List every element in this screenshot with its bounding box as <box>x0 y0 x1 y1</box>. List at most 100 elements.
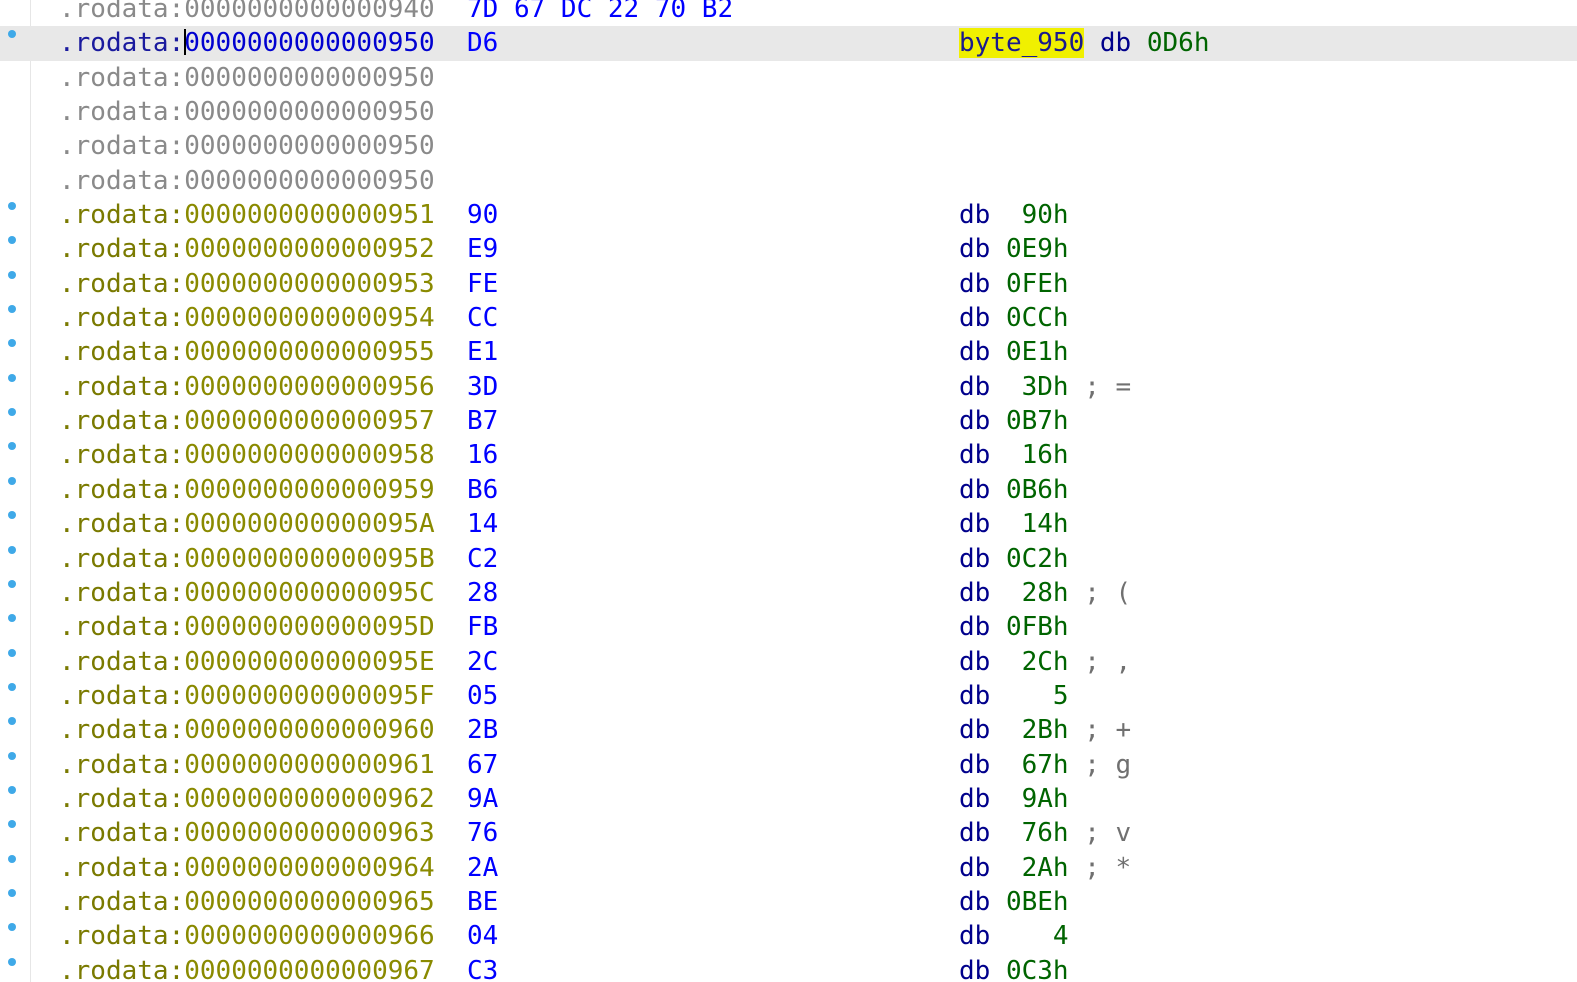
listing-row[interactable]: .rodata:0000000000000950 <box>0 164 1577 198</box>
ascii-comment: ; v <box>1068 818 1132 849</box>
address: .rodata:0000000000000965 <box>59 885 435 919</box>
listing-row[interactable]: .rodata:0000000000000964 2A db 2Ah ; * <box>0 851 1577 885</box>
listing-row[interactable]: .rodata:0000000000000962 9A db 9Ah <box>0 782 1577 816</box>
operand-value: 2Ch <box>1005 646 1069 677</box>
breakpoint-dot-icon[interactable] <box>8 270 16 279</box>
operand-value: 90h <box>1005 200 1069 231</box>
breakpoint-dot-icon[interactable] <box>8 202 16 211</box>
listing-row[interactable]: .rodata:0000000000000963 76 db 76h ; v <box>0 816 1577 850</box>
listing-row-current[interactable]: .rodata:0000000000000950 D6 byte_950 db 0D… <box>0 26 1577 61</box>
data-label[interactable]: byte_950 <box>959 28 1085 59</box>
breakpoint-dot-icon[interactable] <box>8 751 16 760</box>
address-offset: 0000000000000964 <box>184 852 435 883</box>
listing-row[interactable]: .rodata:0000000000000958 16 db 16h <box>0 438 1577 472</box>
breakpoint-dot-icon[interactable] <box>8 442 16 451</box>
breakpoint-dot-icon[interactable] <box>8 957 16 966</box>
directive-keyword: db <box>959 749 991 780</box>
segment-name: .rodata: <box>59 543 185 574</box>
listing-row[interactable]: .rodata:000000000000095B C2 db 0C2h <box>0 542 1577 576</box>
breakpoint-dot-icon[interactable] <box>8 648 16 657</box>
listing-row[interactable]: .rodata:0000000000000953 FE db 0FEh <box>0 267 1577 301</box>
breakpoint-dot-icon[interactable] <box>8 785 16 794</box>
directive-keyword: db <box>959 200 991 231</box>
listing-row[interactable]: .rodata:000000000000095F 05 db 5 <box>0 679 1577 713</box>
listing-row[interactable]: .rodata:000000000000095E 2C db 2Ch ; , <box>0 645 1577 679</box>
breakpoint-dot-icon[interactable] <box>8 511 16 520</box>
address: .rodata:0000000000000950 <box>59 95 435 129</box>
address-offset: 0000000000000952 <box>184 234 435 265</box>
hex-bytes: B6 <box>467 474 499 505</box>
listing-row[interactable]: .rodata:0000000000000960 2B db 2Bh ; + <box>0 713 1577 747</box>
address: .rodata:0000000000000964 <box>59 851 435 885</box>
segment-name: .rodata: <box>59 440 185 471</box>
address-offset: 0000000000000954 <box>184 303 435 334</box>
instruction: db 0E1h <box>959 335 1069 369</box>
breakpoint-dot-icon[interactable] <box>8 682 16 691</box>
address-offset: 000000000000095D <box>184 612 435 643</box>
address-offset: 0000000000000963 <box>184 818 435 849</box>
directive-keyword: db <box>959 234 991 265</box>
breakpoint-dot-icon[interactable] <box>8 888 16 897</box>
breakpoint-dot-icon[interactable] <box>8 339 16 348</box>
directive-keyword: db <box>959 268 991 299</box>
listing-row[interactable]: .rodata:000000000000095C 28 db 28h ; ( <box>0 576 1577 610</box>
listing-row[interactable]: .rodata:0000000000000961 67 db 67h ; g <box>0 748 1577 782</box>
instruction: db 0C2h <box>959 542 1069 576</box>
listing-row[interactable]: .rodata:000000000000095D FB db 0FBh <box>0 610 1577 644</box>
listing-row[interactable]: .rodata:0000000000000954 CC db 0CCh <box>0 301 1577 335</box>
disassembly-listing[interactable]: .rodata:0000000000000940 7D 67 DC 22 70 B… <box>0 0 1577 982</box>
instruction: db 9Ah <box>959 782 1069 816</box>
breakpoint-dot-icon[interactable] <box>8 476 16 485</box>
address-offset: 0000000000000966 <box>184 921 435 952</box>
segment-name: .rodata: <box>59 268 185 299</box>
segment-name: .rodata: <box>59 749 185 780</box>
instruction: db 0E9h <box>959 232 1069 266</box>
listing-row[interactable]: .rodata:0000000000000951 90 db 90h <box>0 198 1577 232</box>
listing-row[interactable]: .rodata:0000000000000967 C3 db 0C3h <box>0 954 1577 982</box>
operand-value: 14h <box>1005 509 1069 540</box>
breakpoint-dot-icon[interactable] <box>8 923 16 932</box>
breakpoint-dot-icon[interactable] <box>8 614 16 623</box>
listing-row[interactable]: .rodata:0000000000000955 E1 db 0E1h <box>0 335 1577 369</box>
listing-row[interactable]: .rodata:0000000000000966 04 db 4 <box>0 919 1577 953</box>
breakpoint-dot-icon[interactable] <box>8 408 16 417</box>
breakpoint-dot-icon[interactable] <box>8 545 16 554</box>
listing-row[interactable]: .rodata:0000000000000959 B6 db 0B6h <box>0 473 1577 507</box>
segment-name: .rodata: <box>59 62 185 93</box>
address: .rodata:0000000000000950 <box>59 26 435 60</box>
breakpoint-dot-icon[interactable] <box>8 820 16 829</box>
segment-name: .rodata: <box>59 955 185 982</box>
segment-name: .rodata: <box>59 612 185 643</box>
address: .rodata:0000000000000940 <box>59 0 435 26</box>
breakpoint-dot-icon[interactable] <box>8 579 16 588</box>
listing-row[interactable]: .rodata:0000000000000957 B7 db 0B7h <box>0 404 1577 438</box>
breakpoint-dot-icon[interactable] <box>8 854 16 863</box>
directive-keyword: db <box>1099 28 1132 59</box>
address: .rodata:0000000000000957 <box>59 404 435 438</box>
listing-row[interactable]: .rodata:0000000000000965 BE db 0BEh <box>0 885 1577 919</box>
breakpoint-dot-icon[interactable] <box>8 373 16 382</box>
operand-value: 0C3h <box>1005 955 1069 982</box>
breakpoint-dot-icon[interactable] <box>8 236 16 245</box>
operand-value: 76h <box>1005 818 1069 849</box>
listing-row[interactable]: .rodata:0000000000000940 7D 67 DC 22 70 B… <box>0 0 1577 26</box>
breakpoint-dot-icon[interactable] <box>8 30 16 39</box>
hex-bytes: 16 <box>467 440 499 471</box>
operand-value: 5 <box>1005 680 1069 711</box>
address: .rodata:0000000000000956 <box>59 370 435 404</box>
instruction: db 16h <box>959 438 1069 472</box>
breakpoint-dot-icon[interactable] <box>8 717 16 726</box>
listing-row[interactable]: .rodata:0000000000000950 <box>0 61 1577 95</box>
instruction: byte_950 db 0D6h <box>959 26 1209 60</box>
listing-row[interactable]: .rodata:000000000000095A 14 db 14h <box>0 507 1577 541</box>
listing-row[interactable]: .rodata:0000000000000952 E9 db 0E9h <box>0 232 1577 266</box>
segment-name: .rodata: <box>59 921 185 952</box>
listing-row[interactable]: .rodata:0000000000000956 3D db 3Dh ; = <box>0 370 1577 404</box>
listing-row[interactable]: .rodata:0000000000000950 <box>0 129 1577 163</box>
listing-row[interactable]: .rodata:0000000000000950 <box>0 95 1577 129</box>
instruction: db 76h ; v <box>959 816 1131 850</box>
segment-name: .rodata: <box>59 337 185 368</box>
hex-bytes: D6 <box>467 28 499 59</box>
breakpoint-dot-icon[interactable] <box>8 305 16 314</box>
address: .rodata:0000000000000967 <box>59 954 435 982</box>
